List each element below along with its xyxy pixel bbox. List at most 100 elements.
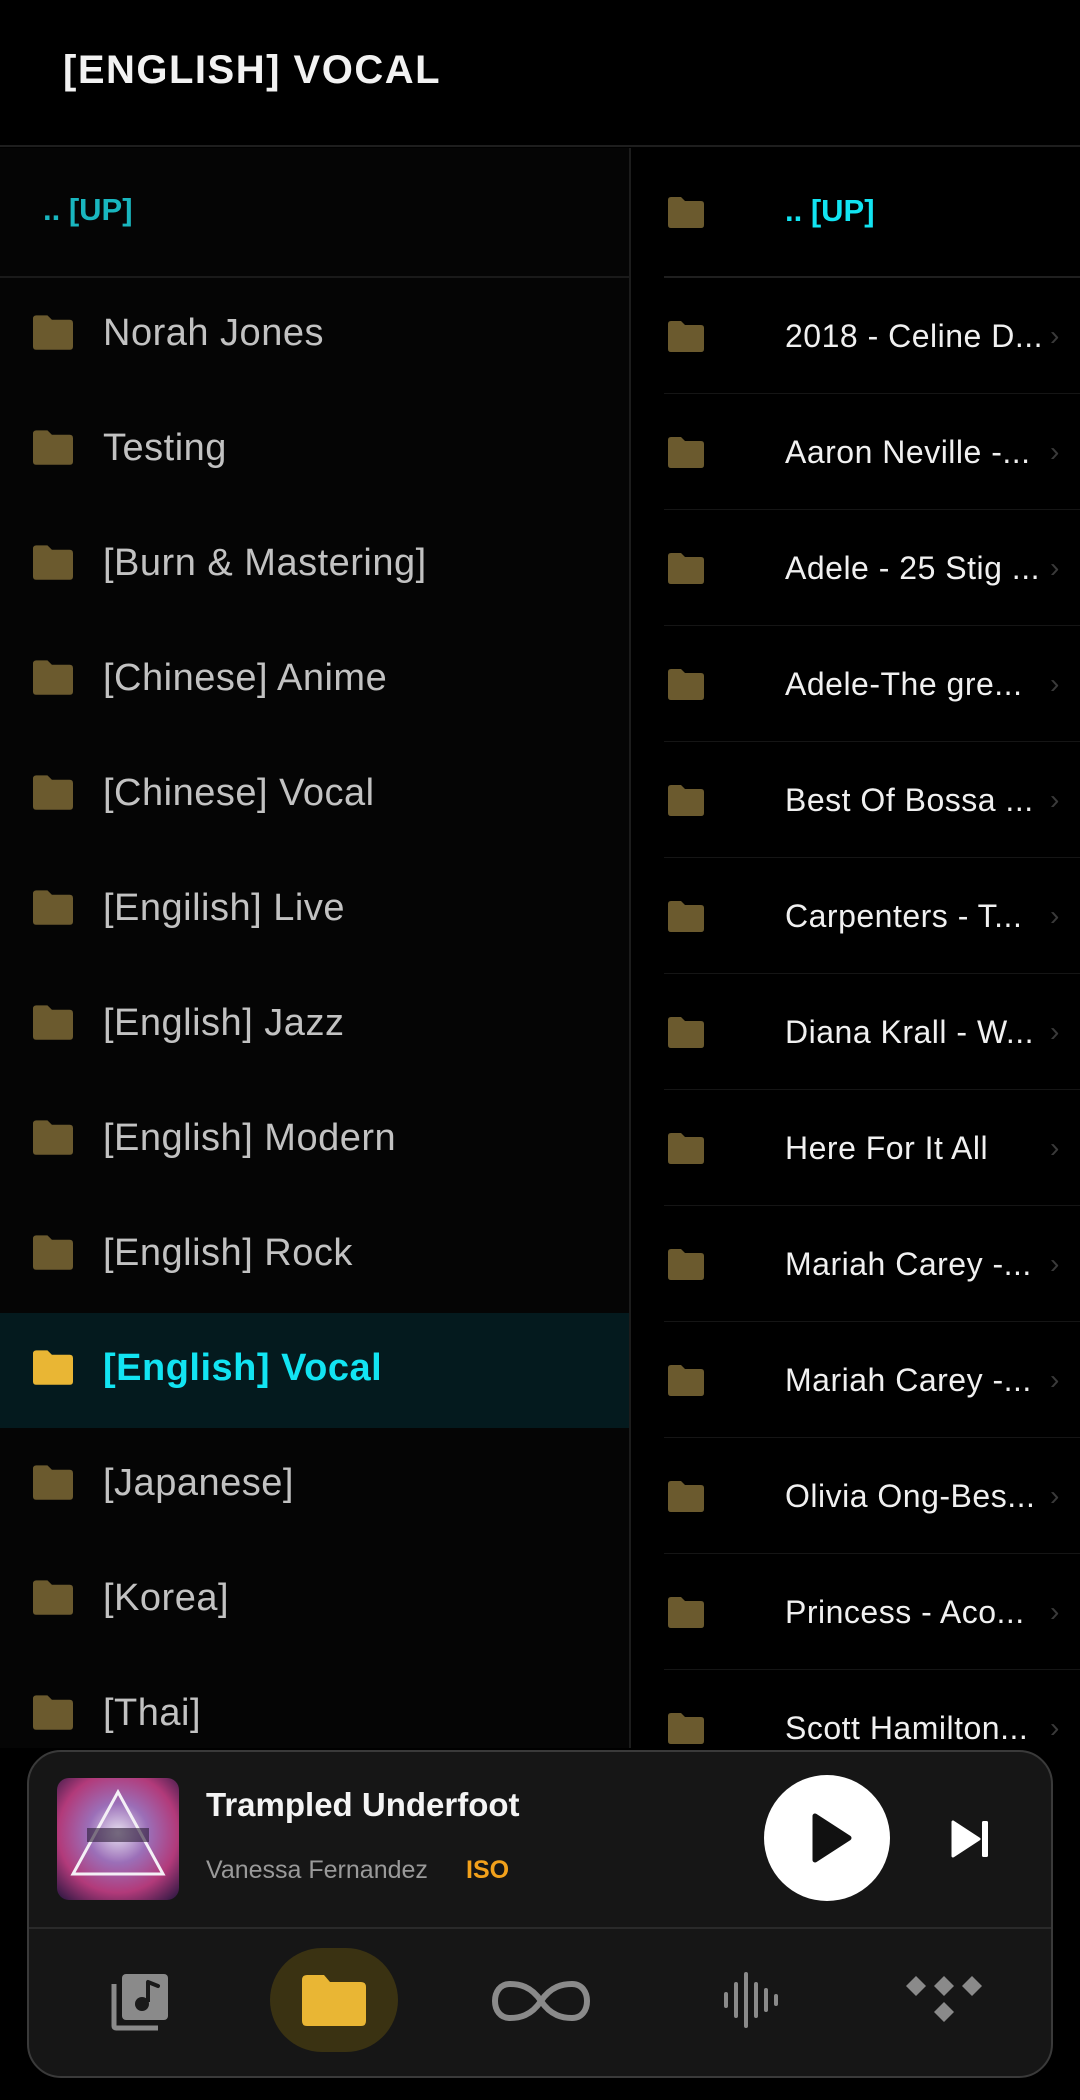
subfolder-item[interactable]: Here For It All › <box>664 1090 1080 1206</box>
left-up-row[interactable]: .. [UP] <box>0 148 629 278</box>
subfolder-item-label: Diana Krall - W... <box>785 1014 1035 1050</box>
folder-item-label: [Chinese] Anime <box>103 657 388 699</box>
subfolder-item[interactable]: Adele - 25 Stig ... › <box>664 510 1080 626</box>
chevron-right-icon: › <box>1050 436 1060 467</box>
folder-item[interactable]: [Engilish] Live <box>0 853 629 968</box>
subfolder-item[interactable]: Diana Krall - W... › <box>664 974 1080 1090</box>
folder-icon <box>33 1695 73 1730</box>
album-art[interactable] <box>57 1778 179 1900</box>
chevron-right-icon: › <box>1050 1712 1060 1743</box>
folder-icon <box>33 660 73 695</box>
subfolder-item[interactable]: Aaron Neville -... › <box>664 394 1080 510</box>
subfolder-item-label: Aaron Neville -... <box>785 434 1031 470</box>
folder-icon <box>668 785 704 816</box>
folder-icon <box>33 1120 73 1155</box>
folder-item-label: [English] Rock <box>103 1232 353 1274</box>
album-art-image <box>57 1778 179 1900</box>
folder-icon <box>33 775 73 810</box>
skip-next-icon <box>951 1820 988 1858</box>
folder-item[interactable]: [English] Rock <box>0 1198 629 1313</box>
folder-icon <box>33 545 73 580</box>
folder-item-label: Testing <box>103 427 227 469</box>
folder-icon <box>668 1017 704 1048</box>
folder-icon <box>33 1350 73 1385</box>
folder-icon <box>33 430 73 465</box>
play-icon <box>812 1813 852 1863</box>
waveform-icon <box>724 1972 778 2028</box>
folder-item[interactable]: [Japanese] <box>0 1428 629 1543</box>
folder-item[interactable]: [English] Modern <box>0 1083 629 1198</box>
folder-item-label: [Chinese] Vocal <box>103 772 375 814</box>
folder-item-label: [English] Modern <box>103 1117 397 1159</box>
folder-icon <box>668 1713 704 1744</box>
folder-item-label: [English] Jazz <box>103 1002 345 1044</box>
subfolder-item[interactable]: Mariah Carey -... › <box>664 1206 1080 1322</box>
right-up-row[interactable]: .. [UP] <box>664 148 1080 278</box>
subfolder-item[interactable]: 2018 - Celine D... › <box>664 278 1080 394</box>
folder-item[interactable]: [Chinese] Anime <box>0 623 629 738</box>
folder-icon <box>668 901 704 932</box>
chevron-right-icon: › <box>1050 1480 1060 1511</box>
subfolder-item-label: 2018 - Celine D... <box>785 318 1044 354</box>
folder-item[interactable]: [Thai] <box>0 1658 629 1748</box>
subfolder-item[interactable]: Mariah Carey -... › <box>664 1322 1080 1438</box>
folder-item[interactable]: [Korea] <box>0 1543 629 1658</box>
nav-folders[interactable] <box>270 1948 398 2052</box>
left-up-label: .. [UP] <box>43 192 133 227</box>
parent-folder-list[interactable]: .. [UP] Norah Jones Testing [Burn & Master… <box>0 148 631 1748</box>
tidal-icon <box>906 1976 982 2022</box>
subfolder-item-label: Adele-The gre... <box>785 666 1023 702</box>
folder-item-label: Norah Jones <box>103 312 324 354</box>
subfolder-item-label: Carpenters - T... <box>785 898 1023 934</box>
folder-item[interactable]: [Chinese] Vocal <box>0 738 629 853</box>
folder-icon <box>33 1465 73 1500</box>
right-up-label: .. [UP] <box>785 193 875 228</box>
skip-next-button[interactable] <box>947 1816 993 1862</box>
folder-item[interactable]: [Burn & Mastering] <box>0 508 629 623</box>
nav-library[interactable] <box>74 1948 202 2052</box>
subfolder-item[interactable]: Adele-The gre... › <box>664 626 1080 742</box>
format-badge: ISO <box>466 1856 510 1884</box>
folder-item-label: [Japanese] <box>103 1462 294 1504</box>
folder-item-label: [Thai] <box>103 1692 202 1734</box>
nav-roon-radio[interactable] <box>477 1948 605 2052</box>
subfolder-item[interactable]: Best Of Bossa ... › <box>664 742 1080 858</box>
nav-waveform[interactable] <box>684 1948 812 2052</box>
folder-item[interactable]: Testing <box>0 393 629 508</box>
folder-icon <box>668 1597 704 1628</box>
subfolder-item-label: Best Of Bossa ... <box>785 782 1034 818</box>
subfolder-item-label: Mariah Carey -... <box>785 1362 1032 1398</box>
subfolder-list[interactable]: .. [UP] 2018 - Celine D... › Aaron Neville… <box>631 148 1080 1748</box>
folder-item-label: [Korea] <box>103 1577 230 1619</box>
chevron-right-icon: › <box>1050 1248 1060 1279</box>
subfolder-item[interactable]: Scott Hamilton... › <box>664 1670 1080 1748</box>
folder-icon <box>668 1249 704 1280</box>
header-bar: [ENGLISH] VOCAL <box>0 0 1080 147</box>
nav-tidal[interactable] <box>880 1948 1008 2052</box>
subfolder-item[interactable]: Olivia Ong-Bes... › <box>664 1438 1080 1554</box>
mini-player[interactable]: Trampled Underfoot Vanessa Fernandez ISO <box>27 1750 1053 2078</box>
chevron-right-icon: › <box>1050 320 1060 351</box>
track-title: Trampled Underfoot <box>206 1786 520 1823</box>
folder-icon <box>668 1365 704 1396</box>
subfolder-item[interactable]: Princess - Aco... › <box>664 1554 1080 1670</box>
track-artist: Vanessa Fernandez <box>206 1856 428 1884</box>
play-button[interactable] <box>764 1775 890 1901</box>
subfolder-item[interactable]: Carpenters - T... › <box>664 858 1080 974</box>
folder-icon <box>33 1005 73 1040</box>
folder-icon <box>33 1235 73 1270</box>
music-library-icon <box>111 1974 168 2031</box>
chevron-right-icon: › <box>1050 784 1060 815</box>
folder-item[interactable]: Norah Jones <box>0 278 629 393</box>
folder-item[interactable]: [English] Vocal <box>0 1313 629 1428</box>
page-title: [ENGLISH] VOCAL <box>63 48 442 92</box>
folder-icon <box>668 1481 704 1512</box>
folder-item[interactable]: [English] Jazz <box>0 968 629 1083</box>
chevron-right-icon: › <box>1050 1016 1060 1047</box>
chevron-right-icon: › <box>1050 552 1060 583</box>
chevron-right-icon: › <box>1050 1596 1060 1627</box>
folder-icon <box>668 669 704 700</box>
folder-item-label: [English] Vocal <box>103 1347 383 1389</box>
chevron-right-icon: › <box>1050 1364 1060 1395</box>
folder-icon <box>668 1133 704 1164</box>
